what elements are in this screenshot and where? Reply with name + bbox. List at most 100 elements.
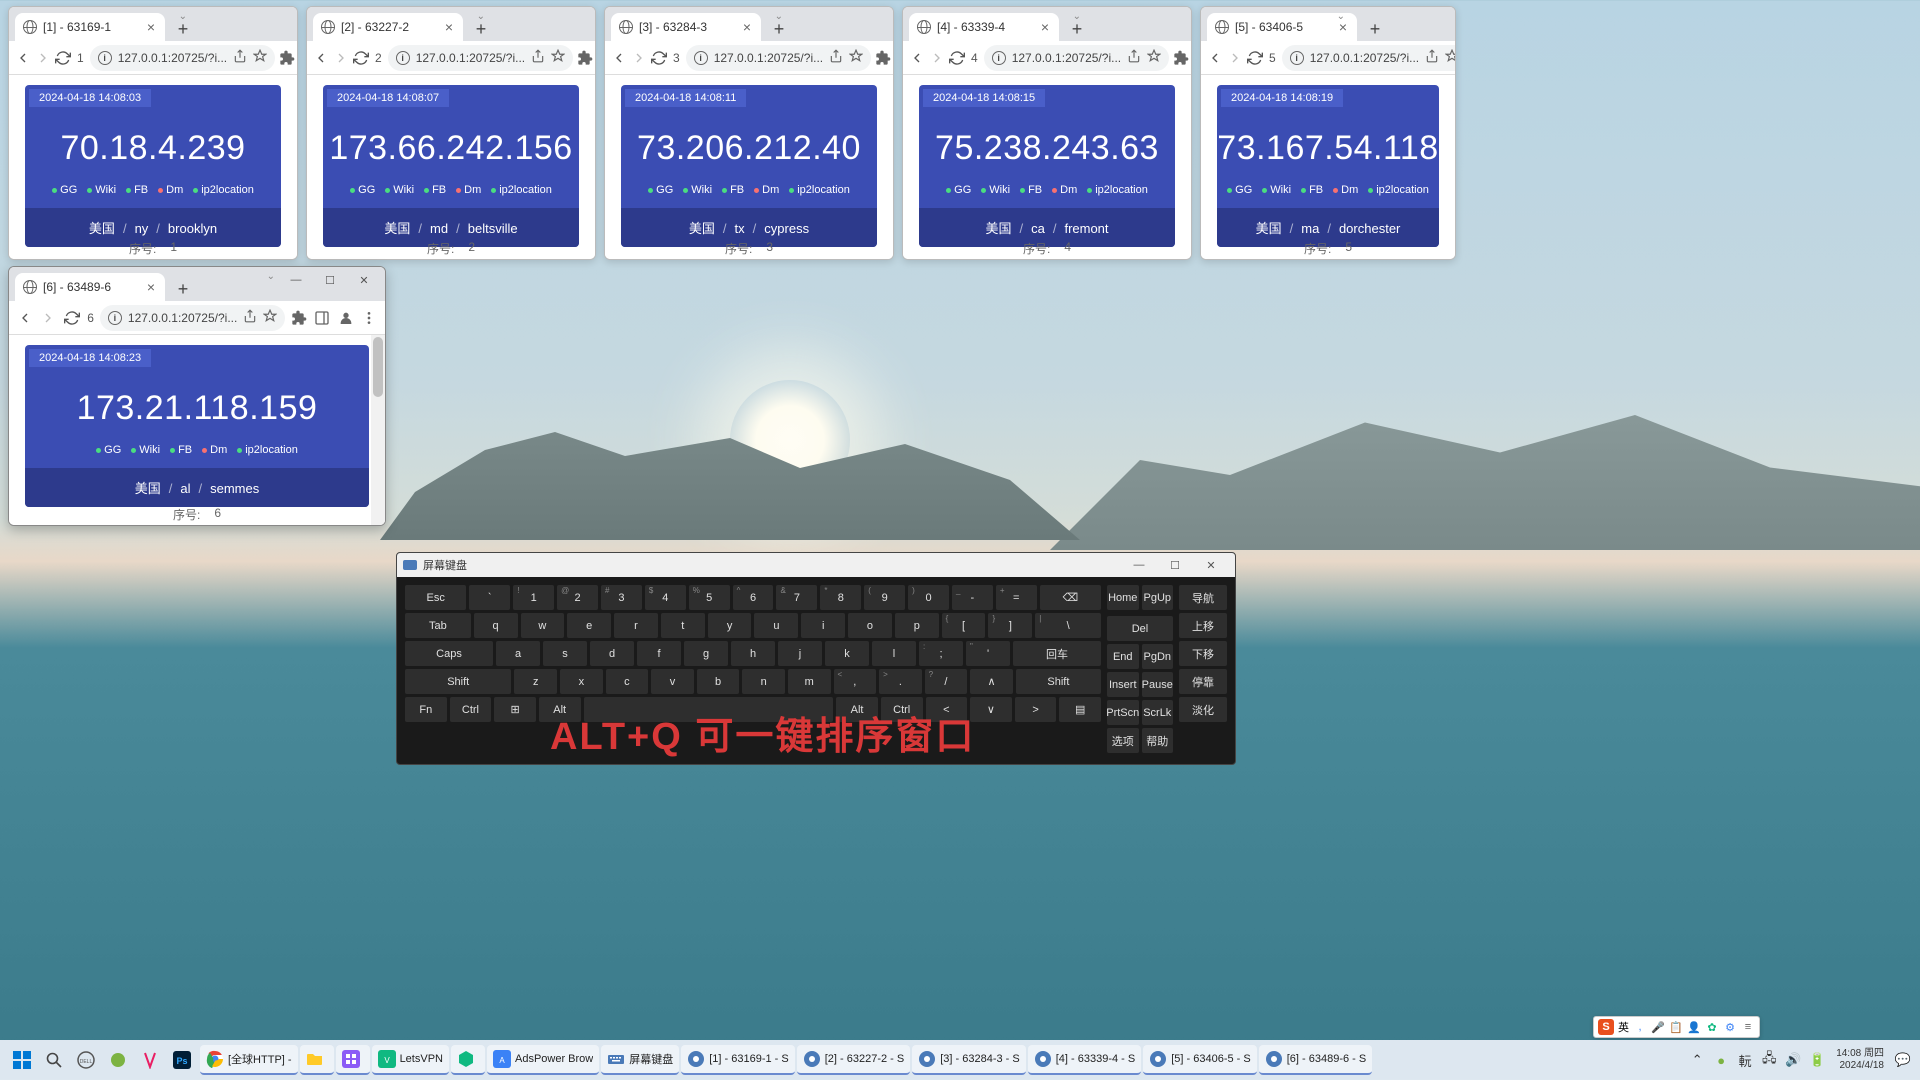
back-button[interactable] bbox=[1207, 45, 1223, 71]
address-bar[interactable]: i 127.0.0.1:20725/?i... bbox=[984, 45, 1169, 71]
tray-onedrive-icon[interactable]: ● bbox=[1712, 1051, 1730, 1069]
key-\[interactable]: \| bbox=[1035, 613, 1101, 638]
bookmark-icon[interactable] bbox=[253, 49, 267, 66]
key-ScrLk[interactable]: ScrLk bbox=[1142, 700, 1174, 725]
link-dm[interactable]: Dm bbox=[1333, 184, 1358, 196]
browser-tab[interactable]: [4] - 63339-4 × bbox=[909, 13, 1059, 41]
key-8[interactable]: 8* bbox=[820, 585, 861, 610]
key-Tab[interactable]: Tab bbox=[405, 613, 471, 638]
ime-user-icon[interactable]: 👤 bbox=[1687, 1020, 1701, 1034]
bookmark-icon[interactable] bbox=[263, 309, 277, 326]
link-wiki[interactable]: Wiki bbox=[981, 184, 1010, 196]
link-ip2location[interactable]: ip2location bbox=[237, 444, 298, 456]
window-dropdown-icon[interactable]: ⌄ bbox=[267, 271, 275, 282]
key-PgDn[interactable]: PgDn bbox=[1142, 644, 1174, 669]
tray-network-icon[interactable]: 🖧 bbox=[1760, 1051, 1778, 1069]
extensions-button[interactable] bbox=[875, 45, 891, 71]
tab-close-icon[interactable]: × bbox=[145, 19, 157, 35]
tray-ime-icon[interactable]: 䡇 bbox=[1736, 1051, 1754, 1069]
bookmark-icon[interactable] bbox=[551, 49, 565, 66]
key-a[interactable]: a bbox=[496, 641, 540, 666]
browser-tab[interactable]: [2] - 63227-2 × bbox=[313, 13, 463, 41]
browser-tab[interactable]: [1] - 63169-1 × bbox=[15, 13, 165, 41]
key-g[interactable]: g bbox=[684, 641, 728, 666]
key-∨[interactable]: ∨ bbox=[970, 697, 1012, 722]
key-4[interactable]: 4$ bbox=[645, 585, 686, 610]
address-bar[interactable]: i 127.0.0.1:20725/?i... bbox=[686, 45, 871, 71]
key-3[interactable]: 3# bbox=[601, 585, 642, 610]
minimize-button[interactable]: — bbox=[279, 269, 313, 291]
tab-close-icon[interactable]: × bbox=[443, 19, 455, 35]
link-ip2location[interactable]: ip2location bbox=[1368, 184, 1429, 196]
link-wiki[interactable]: Wiki bbox=[683, 184, 712, 196]
key-Shift[interactable]: Shift bbox=[405, 669, 511, 694]
address-bar[interactable]: i 127.0.0.1:20725/?i... bbox=[100, 305, 285, 331]
key-Home[interactable]: Home bbox=[1107, 585, 1139, 610]
key-l[interactable]: l bbox=[872, 641, 916, 666]
new-tab-button[interactable]: + bbox=[171, 277, 195, 301]
back-button[interactable] bbox=[15, 305, 34, 331]
dell-icon[interactable]: DELL bbox=[72, 1046, 100, 1074]
tab-close-icon[interactable]: × bbox=[1039, 19, 1051, 35]
key-⌫[interactable]: ⌫ bbox=[1040, 585, 1101, 610]
key-Caps[interactable]: Caps bbox=[405, 641, 493, 666]
profile-button[interactable] bbox=[336, 305, 355, 331]
tray-battery-icon[interactable]: 🔋 bbox=[1808, 1051, 1826, 1069]
taskbar-app-1[interactable] bbox=[104, 1046, 132, 1074]
reload-button[interactable] bbox=[1247, 45, 1263, 71]
key-<[interactable]: < bbox=[926, 697, 968, 722]
scroll-thumb[interactable] bbox=[373, 337, 383, 397]
link-dm[interactable]: Dm bbox=[754, 184, 779, 196]
key-o[interactable]: o bbox=[848, 613, 892, 638]
key-=[interactable]: =+ bbox=[996, 585, 1037, 610]
link-wiki[interactable]: Wiki bbox=[131, 444, 160, 456]
sidepanel-button[interactable] bbox=[313, 305, 332, 331]
taskbar-app-2[interactable] bbox=[336, 1045, 370, 1075]
ime-toolbar[interactable]: S 英 , 🎤 📋 👤 ✿ ⚙ ≡ bbox=[1593, 1016, 1760, 1038]
tab-close-icon[interactable]: × bbox=[741, 19, 753, 35]
key-2[interactable]: 2@ bbox=[557, 585, 598, 610]
key-j[interactable]: j bbox=[778, 641, 822, 666]
taskbar-app-5[interactable]: AAdsPower Brow bbox=[487, 1045, 599, 1075]
extensions-button[interactable] bbox=[289, 305, 308, 331]
key-v[interactable]: v bbox=[651, 669, 694, 694]
key-▤[interactable]: ▤ bbox=[1059, 697, 1101, 722]
window-dropdown-icon[interactable]: ⌄ bbox=[1073, 11, 1081, 22]
address-bar[interactable]: i 127.0.0.1:20725/?i... bbox=[90, 45, 275, 71]
back-button[interactable] bbox=[313, 45, 329, 71]
link-gg[interactable]: GG bbox=[350, 184, 375, 196]
link-ip2location[interactable]: ip2location bbox=[1087, 184, 1148, 196]
taskbar-app-8[interactable]: [2] - 63227-2 - S bbox=[797, 1045, 911, 1075]
key-,[interactable]: ,< bbox=[834, 669, 877, 694]
extensions-button[interactable] bbox=[279, 45, 295, 71]
browser-tab[interactable]: [6] - 63489-6 × bbox=[15, 273, 165, 301]
scrollbar[interactable] bbox=[371, 335, 385, 525]
reload-button[interactable] bbox=[55, 45, 71, 71]
share-icon[interactable] bbox=[829, 49, 843, 66]
site-info-icon[interactable]: i bbox=[396, 51, 410, 65]
key-;[interactable]: ;: bbox=[919, 641, 963, 666]
key-选项[interactable]: 选项 bbox=[1107, 728, 1139, 753]
forward-button[interactable] bbox=[38, 305, 57, 331]
tray-volume-icon[interactable]: 🔊 bbox=[1784, 1051, 1802, 1069]
link-fb[interactable]: FB bbox=[126, 184, 148, 196]
new-tab-button[interactable]: + bbox=[1363, 17, 1387, 41]
key-s[interactable]: s bbox=[543, 641, 587, 666]
link-ip2location[interactable]: ip2location bbox=[491, 184, 552, 196]
osk-close-button[interactable]: ✕ bbox=[1193, 555, 1229, 575]
key-b[interactable]: b bbox=[697, 669, 740, 694]
ime-skin-icon[interactable]: ✿ bbox=[1705, 1020, 1719, 1034]
key-Insert[interactable]: Insert bbox=[1107, 672, 1139, 697]
link-dm[interactable]: Dm bbox=[202, 444, 227, 456]
link-gg[interactable]: GG bbox=[648, 184, 673, 196]
photoshop-icon[interactable]: Ps bbox=[168, 1046, 196, 1074]
key-5[interactable]: 5% bbox=[689, 585, 730, 610]
ime-menu-icon[interactable]: ≡ bbox=[1741, 1020, 1755, 1034]
taskbar-app-11[interactable]: [5] - 63406-5 - S bbox=[1143, 1045, 1257, 1075]
osk-titlebar[interactable]: 屏幕键盘 — ☐ ✕ bbox=[397, 553, 1235, 577]
link-dm[interactable]: Dm bbox=[1052, 184, 1077, 196]
taskbar-app-2[interactable] bbox=[136, 1046, 164, 1074]
key-u[interactable]: u bbox=[754, 613, 798, 638]
taskbar-app-9[interactable]: [3] - 63284-3 - S bbox=[912, 1045, 1026, 1075]
reload-button[interactable] bbox=[949, 45, 965, 71]
